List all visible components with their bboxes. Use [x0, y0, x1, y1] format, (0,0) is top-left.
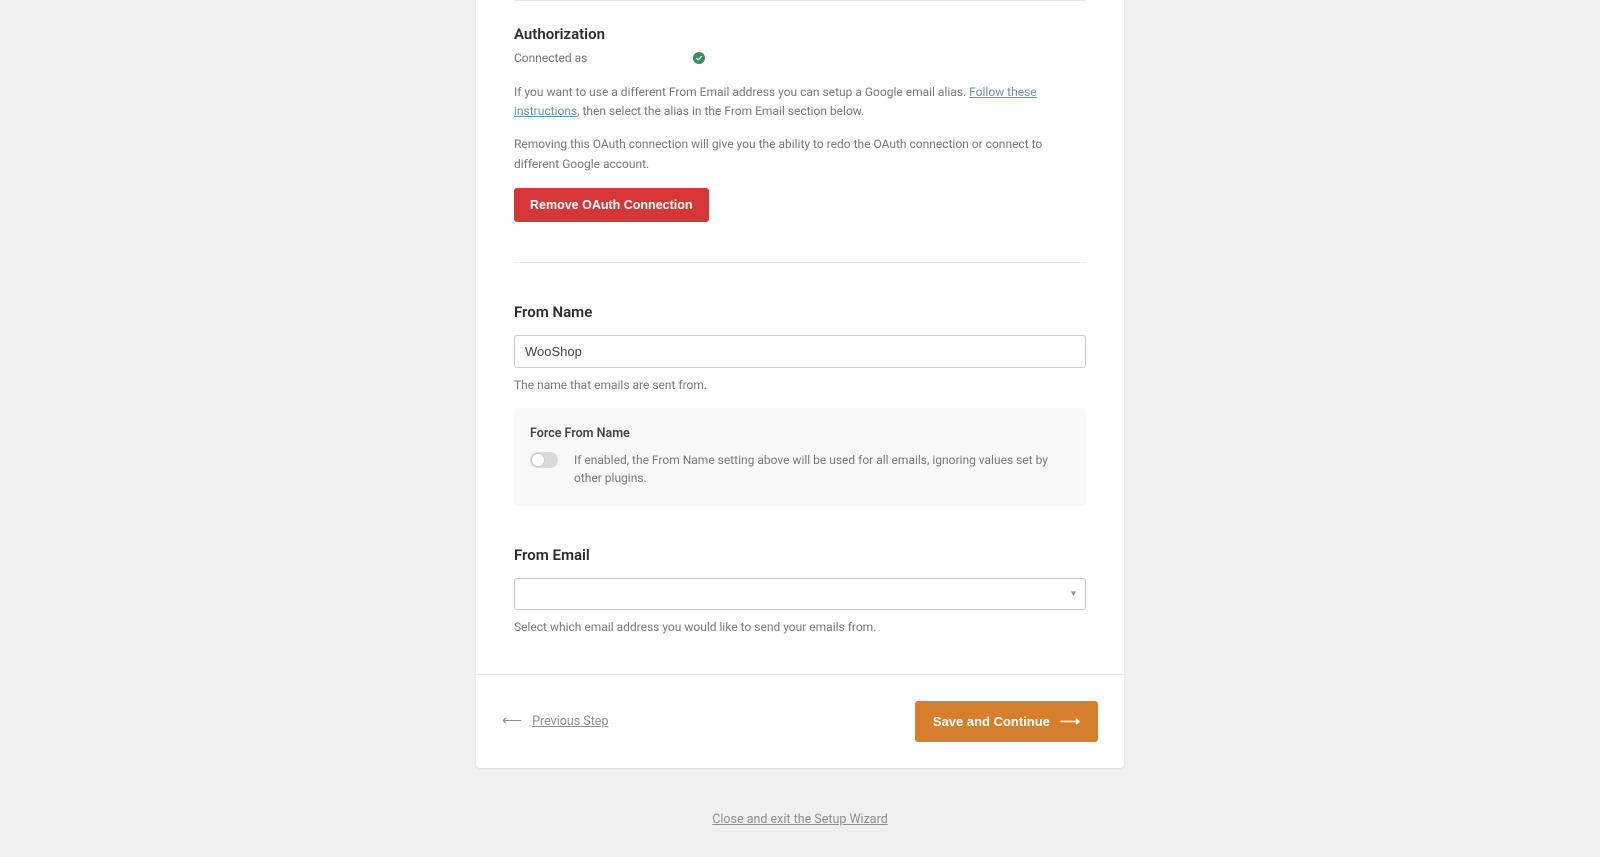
alias-help-text: If you want to use a different From Emai… [514, 83, 1086, 121]
exit-wizard-link[interactable]: Close and exit the Setup Wizard [712, 812, 888, 827]
wizard-card: Authorization Connected as If you want t… [476, 0, 1124, 768]
from-name-section: From Name The name that emails are sent … [514, 263, 1086, 522]
from-email-heading: From Email [514, 546, 1086, 564]
save-continue-button[interactable]: Save and Continue ⟶ [915, 701, 1098, 742]
force-from-name-row: If enabled, the From Name setting above … [530, 451, 1070, 488]
remove-help-text: Removing this OAuth connection will give… [514, 135, 1086, 173]
arrow-right-icon: ⟶ [1060, 713, 1080, 730]
from-email-section: From Email ▾ Select which email address … [514, 522, 1086, 674]
check-icon [693, 52, 705, 64]
from-email-select-wrap: ▾ [514, 578, 1086, 610]
connected-as-row: Connected as [514, 51, 1086, 65]
exit-link-wrap: Close and exit the Setup Wizard [0, 812, 1600, 857]
force-from-name-heading: Force From Name [530, 426, 1070, 441]
previous-step-label: Previous Step [532, 714, 608, 729]
authorization-section: Authorization Connected as If you want t… [514, 1, 1086, 262]
remove-oauth-button[interactable]: Remove OAuth Connection [514, 188, 709, 222]
from-email-select[interactable] [514, 578, 1086, 610]
from-name-desc: The name that emails are sent from. [514, 378, 1086, 392]
connected-as-label: Connected as [514, 51, 587, 65]
alias-help-post: , then select the alias in the From Emai… [577, 104, 864, 118]
card-footer: ⟵ Previous Step Save and Continue ⟶ [476, 674, 1124, 768]
force-from-name-box: Force From Name If enabled, the From Nam… [514, 408, 1086, 506]
from-name-input[interactable] [514, 335, 1086, 368]
alias-help-pre: If you want to use a different From Emai… [514, 85, 969, 99]
save-continue-label: Save and Continue [933, 714, 1050, 729]
arrow-left-icon: ⟵ [502, 713, 522, 729]
force-from-name-toggle[interactable] [530, 452, 558, 468]
toggle-knob-icon [531, 453, 545, 467]
force-from-name-desc: If enabled, the From Name setting above … [574, 451, 1070, 488]
from-name-heading: From Name [514, 303, 1086, 321]
previous-step-link[interactable]: ⟵ Previous Step [502, 713, 608, 729]
from-email-desc: Select which email address you would lik… [514, 620, 1086, 634]
authorization-heading: Authorization [514, 25, 1086, 43]
card-body: Authorization Connected as If you want t… [476, 0, 1124, 674]
